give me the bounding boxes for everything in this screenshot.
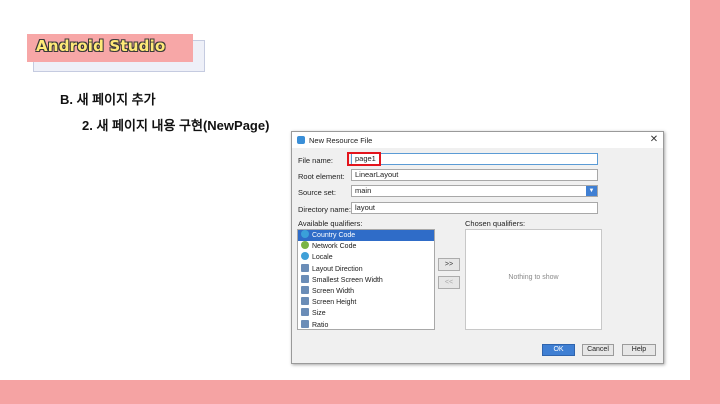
slide-subheading: 2. 새 페이지 내용 구현(NewPage) bbox=[82, 118, 270, 133]
ok-button[interactable]: OK bbox=[542, 344, 575, 356]
bottom-decor-band bbox=[0, 380, 720, 404]
help-button[interactable]: Help bbox=[622, 344, 656, 356]
qualifier-item-screen-height[interactable]: Screen Height bbox=[298, 297, 434, 308]
layout-direction-icon bbox=[301, 263, 309, 272]
source-set-label: Source set: bbox=[298, 188, 336, 197]
locale-icon bbox=[301, 252, 309, 261]
available-qualifiers-label: Available qualifiers: bbox=[298, 219, 363, 228]
cancel-button[interactable]: Cancel bbox=[582, 344, 614, 356]
chevron-down-icon[interactable]: ▼ bbox=[586, 186, 597, 196]
screen-width-icon bbox=[301, 285, 309, 294]
dialog-titlebar: New Resource File ✕ bbox=[292, 132, 663, 148]
screen-height-icon bbox=[301, 297, 309, 306]
source-set-select[interactable]: main ▼ bbox=[351, 185, 598, 197]
qualifier-item-layout-direction[interactable]: Layout Direction bbox=[298, 263, 434, 275]
network-icon bbox=[301, 241, 309, 250]
qualifier-item-country-code[interactable]: Country Code bbox=[298, 230, 434, 242]
screen-width-icon bbox=[301, 274, 309, 283]
close-icon[interactable]: ✕ bbox=[647, 133, 661, 147]
qualifier-item-screen-width[interactable]: Screen Width bbox=[298, 285, 434, 297]
empty-state-text: Nothing to show bbox=[508, 274, 559, 281]
badge-title: Android Studio bbox=[36, 37, 166, 55]
qualifier-item-locale[interactable]: Locale bbox=[298, 252, 434, 263]
right-decor-strip bbox=[690, 0, 720, 404]
chosen-qualifiers-label: Chosen qualifiers: bbox=[465, 219, 526, 228]
qualifier-item-network-code[interactable]: Network Code bbox=[298, 241, 434, 252]
dialog-title: New Resource File bbox=[309, 136, 373, 145]
root-element-label: Root element: bbox=[298, 172, 345, 181]
available-qualifiers-list[interactable]: Country Code Network Code Locale Layout … bbox=[297, 229, 435, 330]
globe-icon bbox=[301, 230, 309, 238]
slide-heading: B. 새 페이지 추가 bbox=[60, 92, 156, 107]
file-name-label: File name: bbox=[298, 156, 334, 165]
qualifier-item-smallest-screen-width[interactable]: Smallest Screen Width bbox=[298, 274, 434, 286]
root-element-input[interactable]: LinearLayout bbox=[351, 169, 598, 181]
ratio-icon bbox=[301, 319, 309, 328]
qualifier-item-size[interactable]: Size bbox=[298, 308, 434, 319]
chosen-qualifiers-list[interactable]: Nothing to show bbox=[465, 229, 602, 330]
android-studio-icon bbox=[297, 136, 305, 144]
directory-name-label: Directory name: bbox=[298, 205, 351, 214]
qualifier-item-ratio[interactable]: Ratio bbox=[298, 319, 434, 330]
file-name-input[interactable]: page1 bbox=[351, 153, 598, 165]
highlight-box bbox=[347, 152, 381, 166]
new-resource-file-dialog: New Resource File ✕ File name: page1 Roo… bbox=[291, 131, 664, 364]
directory-name-input[interactable]: layout bbox=[351, 202, 598, 214]
source-set-value: main bbox=[355, 186, 372, 195]
remove-qualifier-button[interactable]: << bbox=[438, 276, 460, 289]
add-qualifier-button[interactable]: >> bbox=[438, 258, 460, 271]
size-icon bbox=[301, 308, 309, 317]
